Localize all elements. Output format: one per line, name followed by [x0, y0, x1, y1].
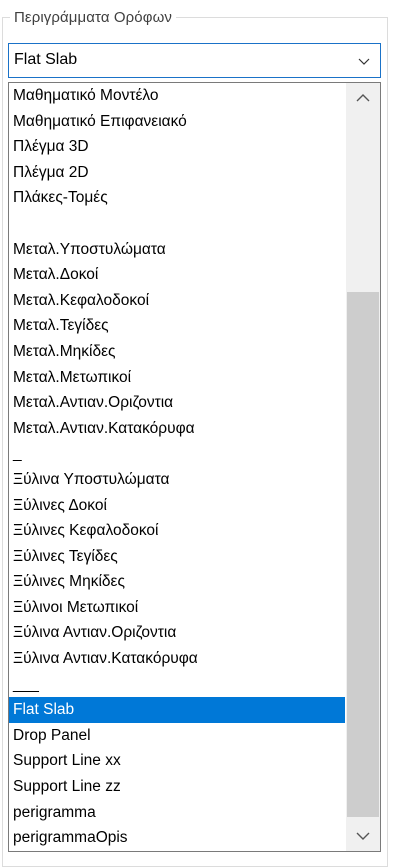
list-item[interactable]: Μεταλ.Αντιαν.Κατακόρυφα: [9, 416, 345, 442]
list-item[interactable]: Ξύλινα Αντιαν.Οριζοντια: [9, 620, 345, 646]
list-item[interactable]: Support Line zz: [9, 774, 345, 800]
vertical-scrollbar[interactable]: [346, 83, 380, 851]
list-item[interactable]: ___: [9, 672, 345, 698]
list-item[interactable]: perigrammaOpis: [9, 825, 345, 851]
chevron-down-icon[interactable]: [356, 53, 372, 69]
chevron-down-icon[interactable]: [346, 821, 380, 851]
list-item[interactable]: Πλέγμα 2D: [9, 160, 345, 186]
list-item[interactable]: Μεταλ.Τεγίδες: [9, 313, 345, 339]
list-item[interactable]: Support Line xx: [9, 748, 345, 774]
chevron-up-icon[interactable]: [346, 83, 380, 113]
floor-outlines-combobox[interactable]: Flat Slab: [8, 43, 381, 78]
list-item[interactable]: Ξύλινα Αντιαν.Κατακόρυφα: [9, 646, 345, 672]
list-item[interactable]: Μεταλ.Μετωπικοί: [9, 365, 345, 391]
list-item[interactable]: [9, 211, 345, 237]
list-item[interactable]: Μεταλ.Αντιαν.Οριζοντια: [9, 390, 345, 416]
list-item[interactable]: Μεταλ.Υποστυλώματα: [9, 237, 345, 263]
list-item[interactable]: _: [9, 441, 345, 467]
list-item[interactable]: Πλέγμα 3D: [9, 134, 345, 160]
scrollbar-thumb[interactable]: [347, 292, 379, 817]
list-item[interactable]: Πλάκες-Τομές: [9, 185, 345, 211]
list-item[interactable]: Μεταλ.Μηκίδες: [9, 339, 345, 365]
dropdown-items: Μαθηματικό Μοντέλο Μαθηματικό Επιφανειακό…: [9, 83, 345, 851]
list-item[interactable]: Μαθηματικό Μοντέλο: [9, 83, 345, 109]
list-item[interactable]: Μεταλ.Δοκοί: [9, 262, 345, 288]
list-item[interactable]: Ξύλινες Δοκοί: [9, 493, 345, 519]
list-item[interactable]: Ξύλινοι Μετωπικοί: [9, 595, 345, 621]
list-item[interactable]: Drop Panel: [9, 723, 345, 749]
list-item[interactable]: Ξύλινες Μηκίδες: [9, 569, 345, 595]
list-item[interactable]: Ξύλινες Κεφαλοδοκοί: [9, 518, 345, 544]
dropdown-list[interactable]: Μαθηματικό Μοντέλο Μαθηματικό Επιφανειακό…: [8, 82, 381, 852]
list-item[interactable]: Ξύλινα Υποστυλώματα: [9, 467, 345, 493]
list-item[interactable]: Ξύλινες Τεγίδες: [9, 544, 345, 570]
list-item[interactable]: Μαθηματικό Επιφανειακό: [9, 109, 345, 135]
list-item[interactable]: Flat Slab: [9, 697, 345, 723]
group-title: Περιγράμματα Ορόφων: [10, 9, 176, 26]
list-item[interactable]: Μεταλ.Κεφαλοδοκοί: [9, 288, 345, 314]
combo-selected-value: Flat Slab: [14, 51, 78, 68]
list-item[interactable]: perigramma: [9, 800, 345, 826]
